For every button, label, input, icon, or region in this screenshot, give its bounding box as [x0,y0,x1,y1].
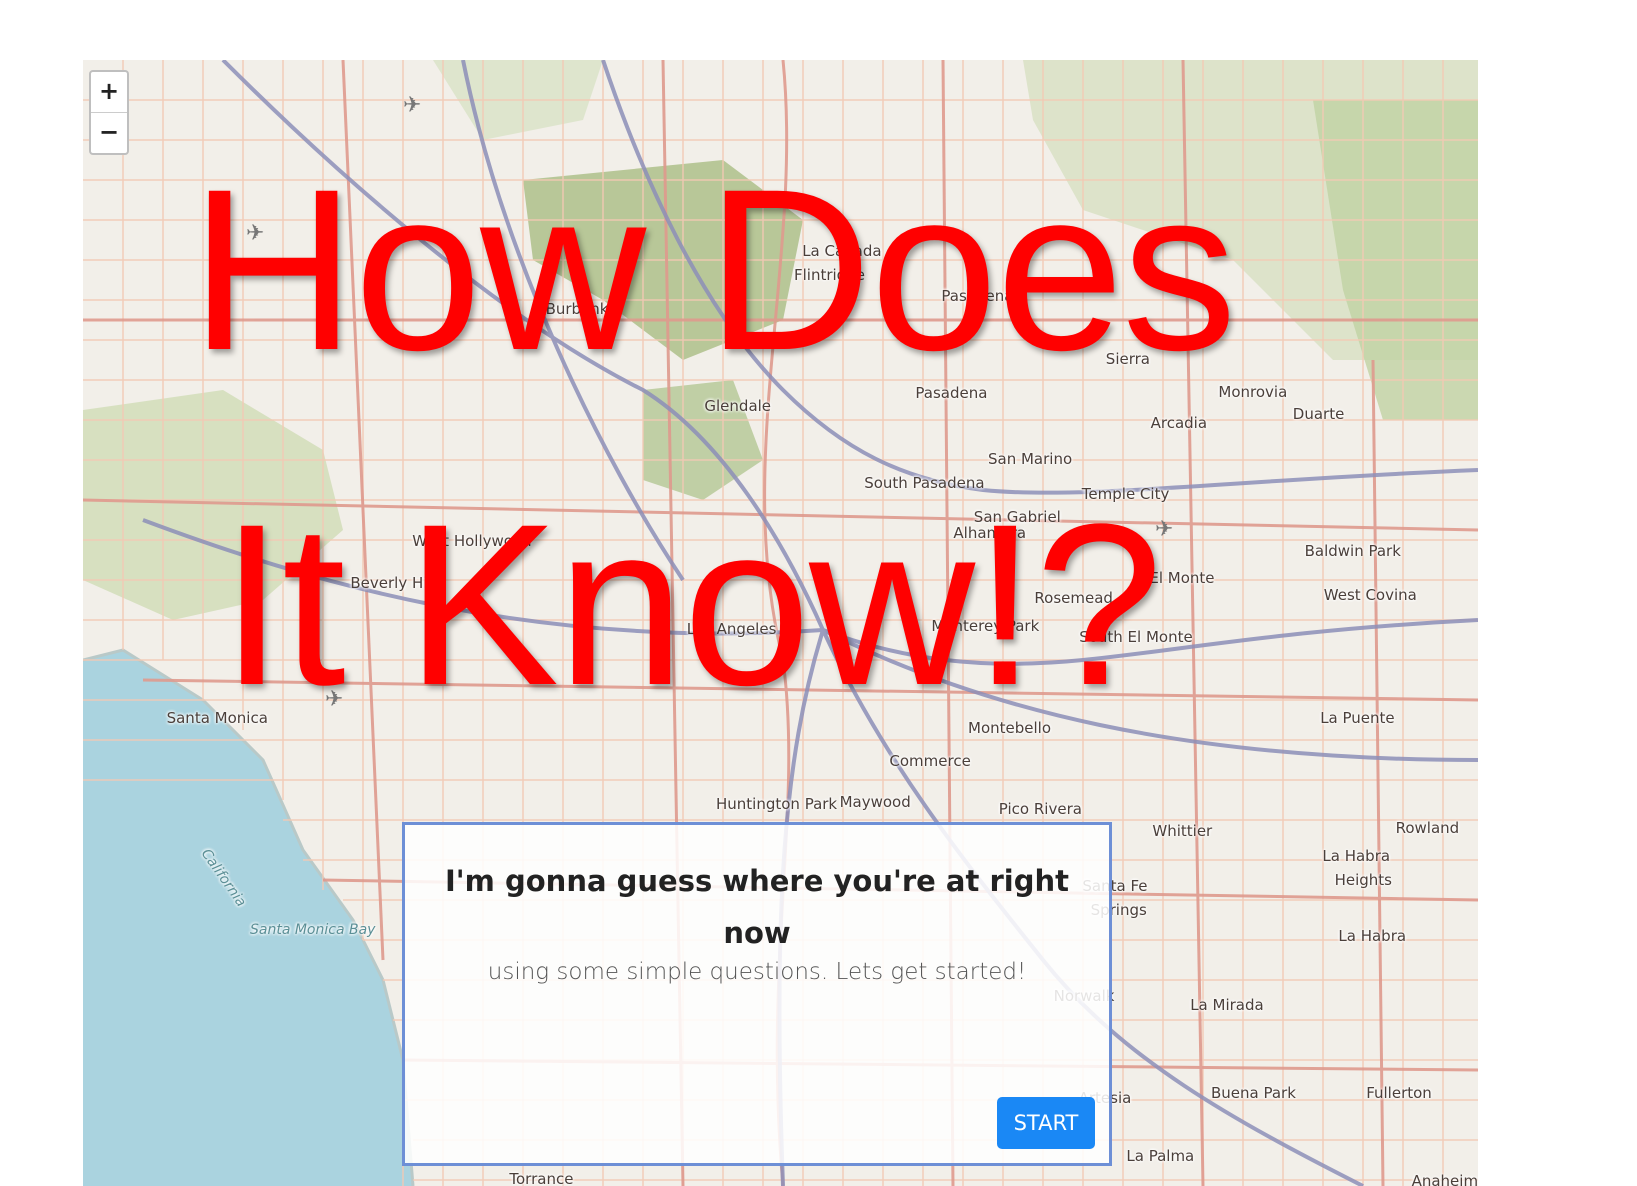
intro-dialog: I'm gonna guess where you're at right no… [402,822,1112,1166]
place-label: Buena Park [1211,1084,1296,1102]
place-label: La Puente [1320,709,1395,727]
place-label: La Habra [1322,847,1391,865]
place-label: Glendale [704,397,772,415]
place-label: San Marino [988,450,1073,468]
svg-text:✈: ✈ [403,93,421,118]
water-label: Santa Monica Bay [250,922,376,938]
zoom-in-button[interactable]: + [91,72,127,112]
start-button[interactable]: START [997,1097,1095,1149]
headline-line-2: It Know!? [220,476,1163,733]
place-label: Whittier [1152,822,1213,840]
headline-line-1: How Does [190,141,1237,398]
place-label: La Mirada [1190,996,1264,1014]
place-label: Fullerton [1366,1084,1432,1102]
zoom-control: + − [89,70,129,155]
place-label: La Habra [1338,927,1407,945]
place-label: Heights [1334,871,1392,889]
place-label: La Palma [1126,1147,1195,1165]
dialog-title: I'm gonna guess where you're at right no… [445,864,1069,950]
place-label: Baldwin Park [1304,542,1401,560]
place-label: Maywood [839,793,911,811]
zoom-out-button[interactable]: − [91,112,127,153]
dialog-subtitle: using some simple questions. Lets get st… [487,959,1027,985]
place-label: Torrance [509,1170,574,1186]
place-label: West Covina [1323,586,1417,604]
place-label: Rowland [1395,819,1460,837]
place-label: Arcadia [1150,414,1208,432]
place-label: Huntington Park [716,795,838,813]
place-label: Commerce [889,752,971,770]
place-label: Duarte [1292,405,1345,423]
place-label: Anaheim [1411,1172,1478,1186]
place-label: Pico Rivera [998,800,1082,818]
